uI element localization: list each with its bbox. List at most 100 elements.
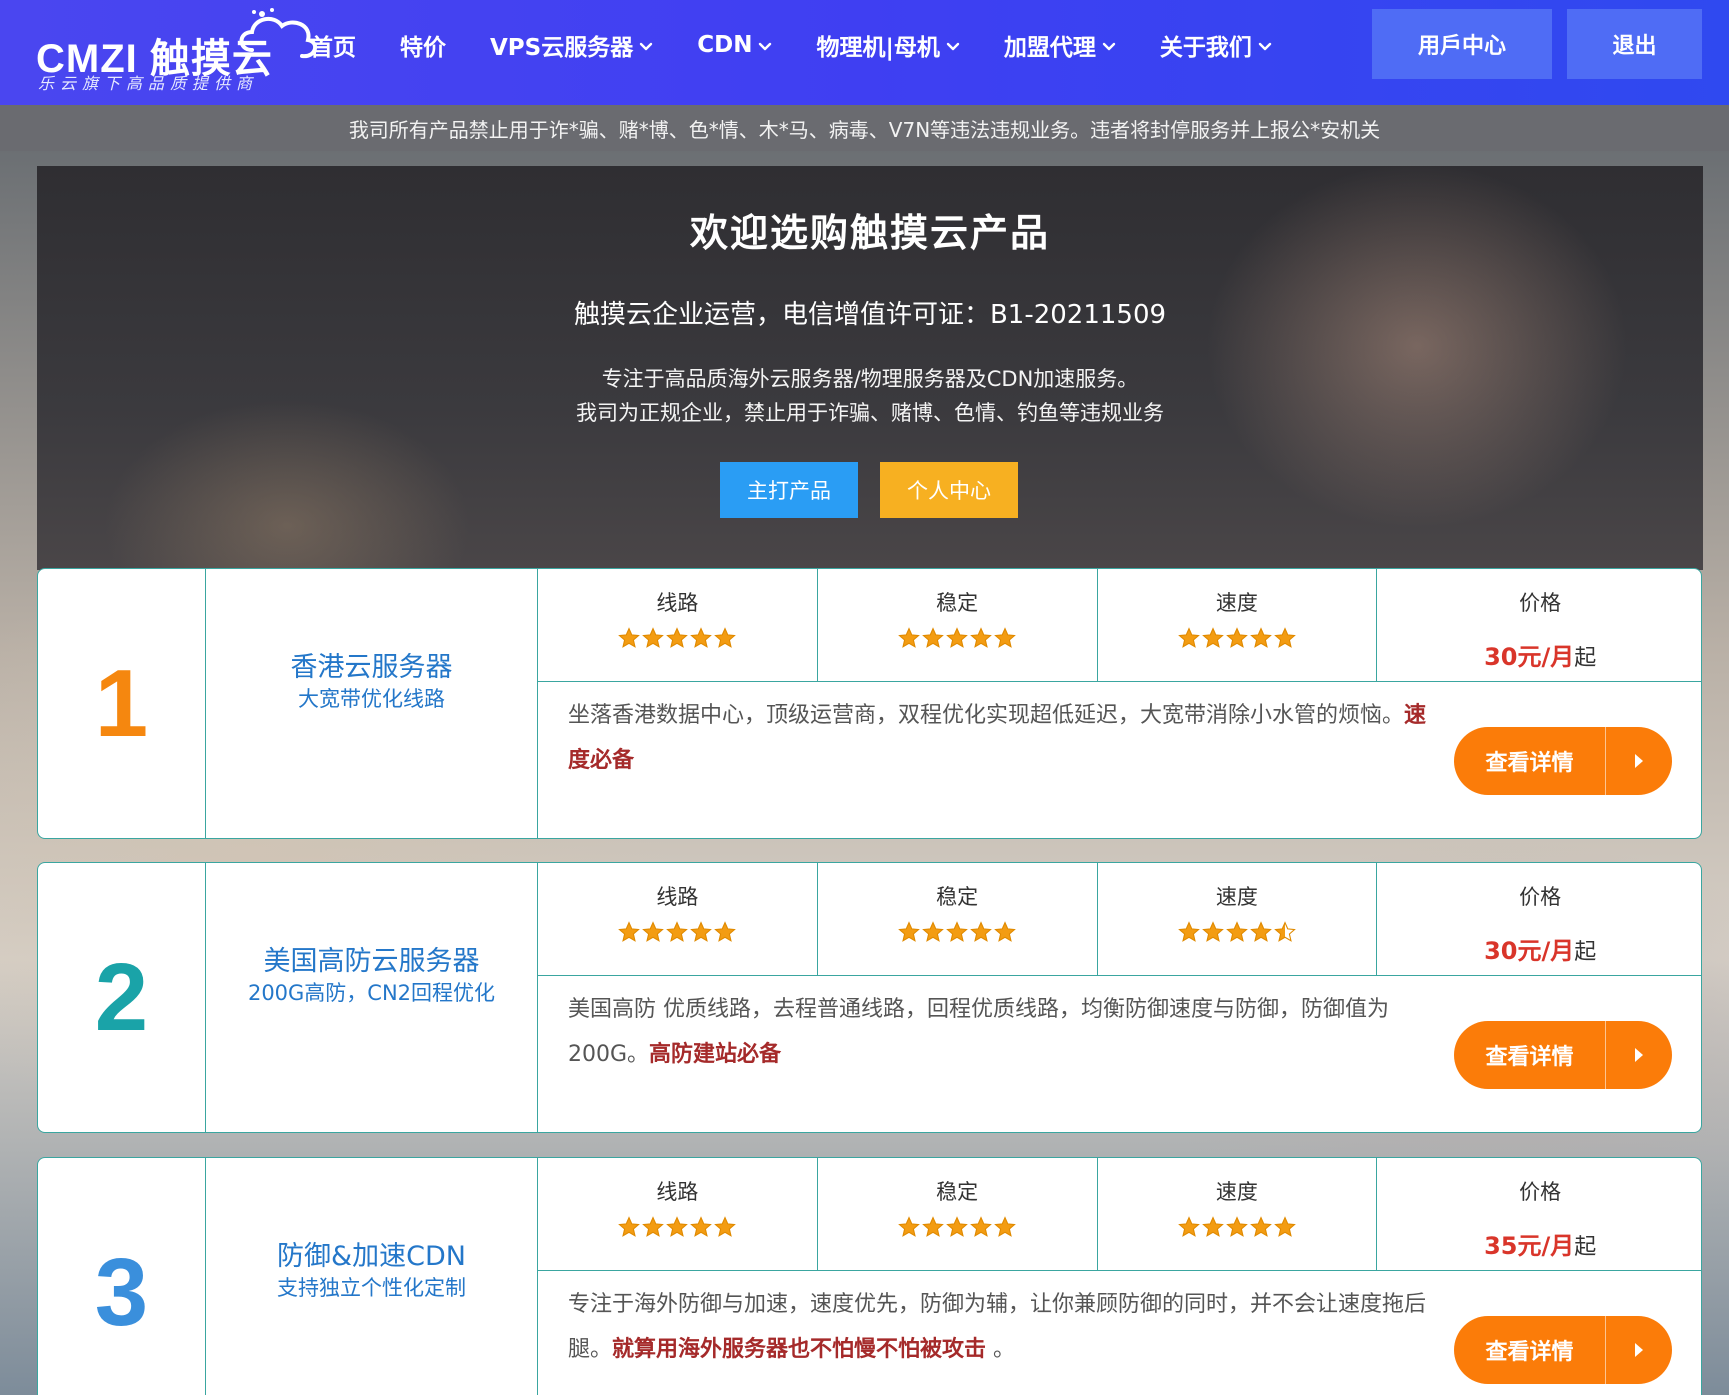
product-subtitle: 支持独立个性化定制 (277, 1276, 466, 1300)
star-icon (1274, 627, 1296, 648)
product-name[interactable]: 防御&加速CDN (206, 1234, 537, 1273)
star-icon (994, 1216, 1016, 1237)
product-subtitle: 200G高防，CN2回程优化 (247, 981, 496, 1005)
main-products-button[interactable]: 主打产品 (720, 462, 858, 518)
view-details-label: 查看详情 (1485, 1044, 1574, 1069)
metric-stability: 稳定 (818, 569, 1098, 681)
product-rank: 2 (38, 863, 206, 1132)
star-icon (922, 921, 944, 942)
chevron-down-icon (1258, 32, 1272, 58)
product-card: 3 防御&加速CDN 支持独立个性化定制 线路 稳定 速度 价格 35元/月起专注于海外防御与… (37, 1157, 1702, 1395)
star-icon (1178, 921, 1200, 942)
star-icon (714, 1216, 737, 1237)
star-icon (946, 627, 968, 648)
star-rating (818, 1216, 1097, 1238)
star-icon (1178, 627, 1200, 648)
caret-right-icon (1606, 752, 1672, 770)
metric-label: 线路 (656, 885, 699, 909)
personal-center-button[interactable]: 个人中心 (880, 462, 1018, 518)
view-details-label: 查看详情 (1485, 1339, 1574, 1364)
user-center-button[interactable]: 用戶中心 (1372, 9, 1552, 79)
nav-item-1[interactable]: 首页 (310, 28, 356, 62)
star-icon (714, 921, 737, 942)
caret-right-icon (1606, 1046, 1672, 1064)
view-details-button[interactable]: 查看详情 (1454, 1316, 1672, 1384)
star-icon (1202, 1216, 1224, 1237)
product-subtitle: 大宽带优化线路 (298, 687, 445, 711)
nav-item-5[interactable]: 物理机|母机 (816, 28, 960, 62)
nav-item-label: 特价 (400, 35, 446, 61)
star-icon (898, 921, 920, 942)
star-icon (618, 627, 641, 648)
caret-right-icon (1606, 1341, 1672, 1359)
star-icon (946, 1216, 968, 1237)
product-name-column: 美国高防云服务器 200G高防，CN2回程优化 (206, 863, 538, 1132)
metric-label: 价格 (1519, 591, 1562, 615)
star-icon (1274, 1216, 1296, 1237)
metric-label: 速度 (1215, 885, 1258, 909)
product-metrics: 线路 稳定 速度 价格 30元/月起 (538, 569, 1701, 682)
product-name[interactable]: 美国高防云服务器 (206, 939, 537, 978)
star-rating (1098, 1216, 1377, 1238)
view-details-label: 查看详情 (1485, 750, 1574, 775)
nav-item-label: 加盟代理 (1003, 35, 1096, 61)
star-icon (994, 627, 1016, 648)
metric-price: 价格 30元/月起 (1377, 863, 1701, 975)
chevron-down-icon (1102, 32, 1116, 58)
logout-button[interactable]: 退出 (1567, 9, 1702, 79)
product-name[interactable]: 香港云服务器 (206, 645, 537, 684)
product-description: 美国高防 优质线路，去程普通线路，回程优质线路，均衡防御速度与防御，防御值为20… (568, 987, 1448, 1077)
star-icon (618, 1216, 641, 1237)
star-icon (1226, 627, 1248, 648)
product-name-column: 防御&加速CDN 支持独立个性化定制 (206, 1158, 538, 1395)
star-icon (1226, 1216, 1248, 1237)
star-icon (690, 921, 713, 942)
metric-label: 价格 (1519, 885, 1562, 909)
product-description: 坐落香港数据中心，顶级运营商，双程优化实现超低延迟，大宽带消除小水管的烦恼。速度… (568, 693, 1448, 783)
star-icon (666, 627, 689, 648)
product-rank: 3 (38, 1158, 206, 1395)
star-rating (538, 921, 817, 943)
metric-label: 价格 (1519, 1180, 1562, 1204)
star-icon (994, 921, 1016, 942)
nav-item-4[interactable]: CDN (697, 32, 772, 58)
price-suffix: 起 (1574, 646, 1597, 671)
nav-item-6[interactable]: 加盟代理 (1004, 28, 1116, 62)
star-rating (538, 1216, 817, 1238)
chevron-down-icon (946, 32, 960, 58)
star-icon (898, 627, 920, 648)
nav-item-2[interactable]: 特价 (400, 28, 446, 62)
star-rating (818, 627, 1097, 649)
metric-route: 线路 (538, 863, 818, 975)
metric-label: 线路 (656, 1180, 699, 1204)
metric-label: 稳定 (936, 885, 979, 909)
product-price: 35元/月起 (1377, 1226, 1701, 1261)
nav-item-label: 物理机|母机 (816, 35, 940, 61)
nav-item-7[interactable]: 关于我们 (1160, 28, 1272, 62)
metric-route: 线路 (538, 1158, 818, 1270)
star-icon (666, 1216, 689, 1237)
nav-item-label: CDN (697, 32, 753, 58)
product-description: 专注于海外防御与加速，速度优先，防御为辅，让你兼顾防御的同时，并不会让速度拖后腿… (568, 1282, 1448, 1372)
metric-speed: 速度 (1098, 1158, 1378, 1270)
nav-item-3[interactable]: VPS云服务器 (490, 28, 653, 62)
star-icon (970, 1216, 992, 1237)
hero-banner: 欢迎选购触摸云产品 触摸云企业运营，电信增值许可证：B1-20211509 专注… (37, 166, 1703, 570)
site-logo[interactable]: CMZI 触摸云 乐云旗下高品质提供商 (36, 8, 318, 94)
star-rating (1098, 627, 1377, 649)
star-icon (970, 627, 992, 648)
product-price: 30元/月起 (1377, 637, 1701, 672)
star-rating (818, 921, 1097, 943)
desc-tail: 。 (986, 1337, 1016, 1362)
nav-item-label: VPS云服务器 (490, 35, 634, 61)
star-icon (690, 1216, 713, 1237)
star-icon (642, 627, 665, 648)
view-details-button[interactable]: 查看详情 (1454, 1021, 1672, 1089)
metric-label: 稳定 (936, 1180, 979, 1204)
hero-description: 专注于高品质海外云服务器/物理服务器及CDN加速服务。 我司为正规企业，禁止用于… (37, 362, 1703, 430)
view-details-button[interactable]: 查看详情 (1454, 727, 1672, 795)
metric-stability: 稳定 (818, 863, 1098, 975)
product-name-column: 香港云服务器大宽带优化线路 (206, 569, 538, 838)
metric-price: 价格 30元/月起 (1377, 569, 1701, 681)
nav-item-label: 首页 (310, 35, 356, 61)
